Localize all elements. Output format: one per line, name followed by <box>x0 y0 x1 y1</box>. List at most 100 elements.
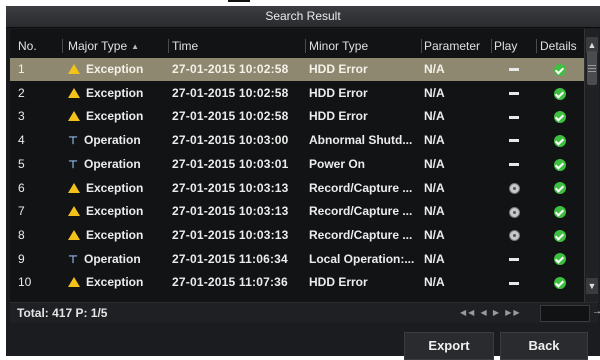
table-header: No. Major Type ▲ Time Minor Type Paramete… <box>10 35 584 57</box>
table-row[interactable]: 5 ⊤ Operation 27-01-2015 10:03:01 Power On N/… <box>10 153 584 176</box>
cell-play <box>494 153 534 176</box>
cell-minor-type: HDD Error <box>309 62 368 76</box>
dialog-title: Search Result <box>6 6 600 28</box>
cell-no: 3 <box>18 109 25 124</box>
major-type-label: Operation <box>84 133 141 148</box>
scroll-down-icon[interactable]: ▼ <box>586 278 598 294</box>
cell-minor-type: Power On <box>309 156 366 171</box>
no-play-dash-icon <box>509 68 519 72</box>
cell-no: 8 <box>18 227 25 242</box>
details-check-icon[interactable] <box>554 206 566 219</box>
cell-play <box>494 224 534 247</box>
cell-no: 10 <box>18 275 32 290</box>
cell-play <box>494 82 534 105</box>
major-type-label: Operation <box>84 251 141 266</box>
play-icon[interactable] <box>508 206 520 218</box>
cell-minor-type: Record/Capture ... <box>309 180 413 195</box>
cell-parameter: N/A <box>424 62 445 76</box>
cell-parameter: N/A <box>424 156 445 171</box>
operation-icon: ⊤ <box>68 158 79 171</box>
cell-no: 1 <box>18 62 25 76</box>
details-check-icon[interactable] <box>554 182 566 195</box>
results-table: No. Major Type ▲ Time Minor Type Paramete… <box>10 29 599 302</box>
warning-icon <box>68 182 80 193</box>
no-play-dash-icon <box>509 281 519 285</box>
details-check-icon[interactable] <box>554 229 566 242</box>
cell-play <box>494 105 534 128</box>
cell-time: 27-01-2015 10:03:13 <box>172 227 289 242</box>
details-check-icon[interactable] <box>554 111 566 124</box>
play-icon[interactable] <box>508 230 520 242</box>
col-parameter[interactable]: Parameter <box>424 35 480 57</box>
details-check-icon[interactable] <box>554 87 566 100</box>
col-minor-type[interactable]: Minor Type <box>309 35 368 57</box>
cell-time: 27-01-2015 11:07:36 <box>172 275 288 290</box>
cell-minor-type: HDD Error <box>309 275 368 290</box>
cell-no: 6 <box>18 180 25 195</box>
cell-play <box>494 248 534 271</box>
table-row[interactable]: 8 Exception 27-01-2015 10:03:13 Record/Capt… <box>10 224 584 247</box>
cell-minor-type: Abnormal Shutd... <box>309 133 413 148</box>
cell-details <box>540 58 580 81</box>
go-arrow-icon[interactable]: → <box>592 306 600 317</box>
major-type-label: Exception <box>86 227 144 242</box>
table-row[interactable]: 6 Exception 27-01-2015 10:03:13 Record/Capt… <box>10 177 584 200</box>
table-row[interactable]: 10 Exception 27-01-2015 11:07:36 HDD Error N… <box>10 271 584 294</box>
table-row[interactable]: 9 ⊤ Operation 27-01-2015 11:06:34 Local Oper… <box>10 248 584 271</box>
table-row[interactable]: 2 Exception 27-01-2015 10:02:58 HDD Error N/… <box>10 82 584 105</box>
no-play-dash-icon <box>509 257 519 261</box>
cell-no: 4 <box>18 133 25 148</box>
pager-controls[interactable]: ◀◀ ◀ ▶ ▶▶ <box>460 308 522 317</box>
total-count: Total: 417 P: 1/5 <box>17 306 108 320</box>
cell-details <box>540 82 580 105</box>
cell-major-type: Exception <box>68 177 166 200</box>
col-separator <box>305 39 306 53</box>
col-separator <box>536 39 537 53</box>
details-check-icon[interactable] <box>554 277 566 290</box>
col-play[interactable]: Play <box>494 35 517 57</box>
cell-details <box>540 224 580 247</box>
cell-major-type: Exception <box>68 271 166 294</box>
warning-icon <box>68 87 80 98</box>
table-row[interactable]: 4 ⊤ Operation 27-01-2015 10:03:00 Abnormal S… <box>10 129 584 152</box>
play-icon[interactable] <box>508 182 520 194</box>
table-row[interactable]: 7 Exception 27-01-2015 10:03:13 Record/Capt… <box>10 200 584 223</box>
col-no[interactable]: No. <box>18 35 37 57</box>
cell-time: 27-01-2015 10:02:58 <box>172 62 289 76</box>
no-play-dash-icon <box>509 115 519 119</box>
details-check-icon[interactable] <box>554 134 566 147</box>
top-mark <box>228 0 250 2</box>
col-details[interactable]: Details <box>540 35 577 57</box>
details-check-icon[interactable] <box>554 63 566 76</box>
col-separator <box>421 39 422 53</box>
cell-parameter: N/A <box>424 109 445 124</box>
major-type-label: Exception <box>86 180 144 195</box>
col-time[interactable]: Time <box>172 35 198 57</box>
details-check-icon[interactable] <box>554 253 566 266</box>
warning-icon <box>68 64 80 74</box>
table-row[interactable]: 3 Exception 27-01-2015 10:02:58 HDD Error N/… <box>10 105 584 128</box>
cell-parameter: N/A <box>424 180 445 195</box>
table-row[interactable]: 1 Exception 27-01-2015 10:02:58 HDD Error N/… <box>10 58 584 81</box>
cell-play <box>494 177 534 200</box>
scroll-thumb[interactable] <box>587 51 597 85</box>
col-major-type[interactable]: Major Type ▲ <box>68 35 139 57</box>
cell-major-type: Exception <box>68 105 166 128</box>
cell-no: 9 <box>18 251 25 266</box>
cell-details <box>540 153 580 176</box>
cell-time: 27-01-2015 10:02:58 <box>172 85 289 100</box>
col-separator <box>491 39 492 53</box>
major-type-label: Exception <box>86 275 144 290</box>
page-input[interactable] <box>540 305 590 322</box>
cell-details <box>540 105 580 128</box>
cell-parameter: N/A <box>424 251 445 266</box>
grip-line <box>588 68 596 69</box>
scrollbar[interactable]: ▲ ▼ <box>584 29 599 302</box>
details-check-icon[interactable] <box>554 158 566 171</box>
warning-icon <box>68 206 80 217</box>
cell-time: 27-01-2015 10:03:01 <box>172 156 289 171</box>
cell-details <box>540 248 580 271</box>
cell-details <box>540 200 580 223</box>
cell-major-type: Exception <box>68 82 166 105</box>
cell-play <box>494 200 534 223</box>
